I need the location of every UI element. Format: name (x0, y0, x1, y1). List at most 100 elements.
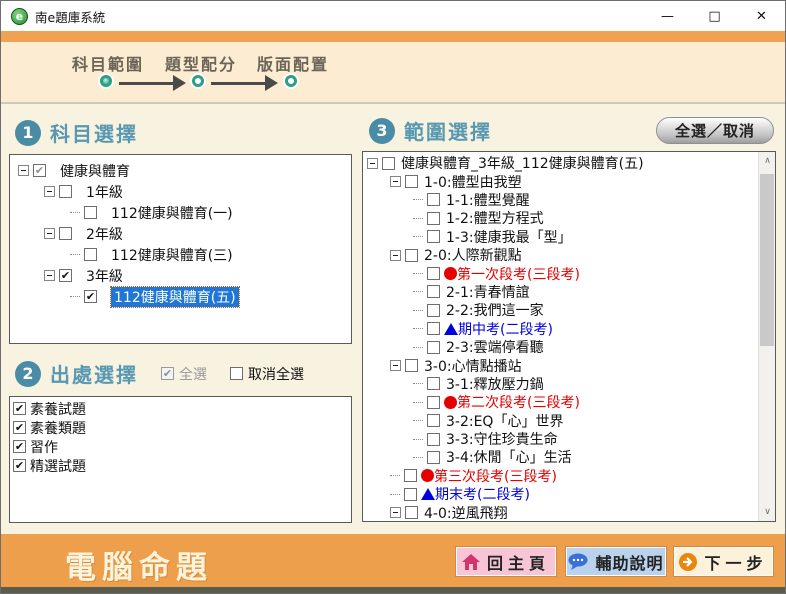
tree-item-checkbox[interactable] (427, 433, 440, 446)
expand-collapse-toggle-icon[interactable] (44, 186, 55, 197)
close-button[interactable]: ✕ (738, 1, 785, 31)
help-button-label: 輔助說明 (595, 550, 663, 574)
tree-item-label[interactable]: 4-0:逆風飛翔 (424, 503, 508, 521)
source-item-checkbox[interactable] (13, 440, 26, 453)
next-step-button[interactable]: 下一步 (674, 547, 773, 576)
home-button[interactable]: 回主頁 (456, 547, 556, 576)
tree-item-checkbox[interactable] (33, 164, 46, 177)
tree-item-label[interactable]: 1-0:體型由我塑 (424, 172, 522, 192)
expand-collapse-toggle-icon[interactable] (367, 158, 378, 169)
tree-item-checkbox[interactable] (405, 359, 418, 372)
tree-item-label[interactable]: 2-0:人際新觀點 (424, 245, 522, 265)
section-range-select-header: 3 範圍選擇 (369, 116, 492, 145)
tree-item-checkbox[interactable] (427, 212, 440, 225)
tree-item-label[interactable]: 2-3:雲端停看聽 (446, 337, 544, 357)
tree-item-label[interactable]: 112健康與體育(一) (111, 203, 233, 223)
maximize-button[interactable]: □ (691, 1, 738, 31)
tree-item-label[interactable]: 3-1:釋放壓力鍋 (446, 374, 544, 394)
tree-item-label[interactable]: 112健康與體育(五) (111, 287, 239, 307)
tree-item-label[interactable]: 第三次段考(三段考) (434, 466, 557, 486)
tree-item-checkbox[interactable] (404, 488, 417, 501)
tree-item-label[interactable]: 1-3:健康我最「型」 (446, 227, 572, 247)
tree-item-label[interactable]: 3-0:心情點播站 (424, 356, 522, 376)
scroll-up-arrow-icon[interactable]: ∧ (759, 152, 776, 170)
tree-item-checkbox[interactable] (427, 322, 440, 335)
expand-collapse-toggle-icon[interactable] (390, 250, 401, 261)
select-all-toggle-button[interactable]: 全選／取消 (656, 117, 774, 144)
expand-collapse-toggle-icon[interactable] (18, 165, 29, 176)
source-list-item: 習作 (10, 437, 351, 456)
tree-connector-line (413, 236, 423, 237)
tree-item-label[interactable]: 1年級 (86, 182, 123, 202)
tree-item-checkbox[interactable] (84, 248, 97, 261)
tree-item-label[interactable]: 2-1:青春情誼 (446, 282, 530, 302)
tree-item-label[interactable]: 第二次段考(三段考) (457, 392, 580, 412)
tree-connector-line (413, 328, 423, 329)
tree-item-checkbox[interactable] (427, 451, 440, 464)
tree-item-checkbox[interactable] (427, 285, 440, 298)
source-item-label[interactable]: 習作 (30, 437, 58, 457)
tree-item-label[interactable]: 期中考(二段考) (458, 319, 553, 339)
vertical-scrollbar[interactable]: ∧ ∨ (758, 152, 775, 521)
source-item-checkbox[interactable] (13, 402, 26, 415)
tree-item-label[interactable]: 期末考(二段考) (435, 484, 530, 504)
tree-item-label[interactable]: 2年級 (86, 224, 123, 244)
expand-collapse-toggle-icon[interactable] (390, 176, 401, 187)
tree-item-label[interactable]: 3-2:EQ「心」世界 (446, 411, 563, 431)
select-all-label: 全選 (179, 364, 207, 384)
expand-collapse-toggle-icon[interactable] (44, 228, 55, 239)
expand-collapse-toggle-icon[interactable] (390, 507, 401, 518)
source-item-label[interactable]: 精選試題 (30, 456, 86, 476)
tree-item-checkbox[interactable] (59, 269, 72, 282)
tree-item-label[interactable]: 第一次段考(三段考) (457, 264, 580, 284)
tree-item-checkbox[interactable] (427, 230, 440, 243)
help-button[interactable]: 輔助說明 (566, 547, 666, 576)
tree-item-label[interactable]: 3-3:守住珍貴生命 (446, 429, 558, 449)
tree-connector-line (413, 420, 423, 421)
deselect-all-checkbox[interactable] (230, 367, 243, 380)
tree-item-label[interactable]: 112健康與體育(三) (111, 245, 233, 265)
source-item-label[interactable]: 素養試題 (30, 399, 86, 419)
tree-item-label[interactable]: 健康與體育 (60, 161, 130, 181)
source-item-checkbox[interactable] (13, 421, 26, 434)
tree-connector-line (413, 347, 423, 348)
tree-item-checkbox[interactable] (59, 185, 72, 198)
tree-row: 3年級 (14, 265, 351, 286)
red-dot-exam-marker-icon (444, 267, 457, 280)
scroll-down-arrow-icon[interactable]: ∨ (759, 503, 776, 521)
tree-item-checkbox[interactable] (427, 377, 440, 390)
tree-item-checkbox[interactable] (427, 414, 440, 427)
tree-item-checkbox[interactable] (427, 193, 440, 206)
tree-item-checkbox[interactable] (427, 396, 440, 409)
tree-item-checkbox[interactable] (427, 341, 440, 354)
source-list-item: 精選試題 (10, 456, 351, 475)
tree-item-label[interactable]: 健康與體育_3年級_112健康與體育(五) (401, 153, 644, 173)
tree-item-checkbox[interactable] (427, 304, 440, 317)
source-item-checkbox[interactable] (13, 459, 26, 472)
tree-item-label[interactable]: 1-1:體型覺醒 (446, 190, 530, 210)
tree-item-checkbox[interactable] (404, 469, 417, 482)
tree-item-label[interactable]: 1-2:體型方程式 (446, 208, 544, 228)
tree-item-label[interactable]: 3年級 (86, 266, 123, 286)
tree-item-checkbox[interactable] (427, 267, 440, 280)
minimize-button[interactable]: — (644, 1, 691, 31)
tree-item-label[interactable]: 2-2:我們這一家 (446, 300, 544, 320)
source-list-item: 素養試題 (10, 399, 351, 418)
section-1-title: 科目選擇 (50, 118, 138, 147)
tree-connector-line (413, 439, 423, 440)
tree-item-checkbox[interactable] (405, 175, 418, 188)
tree-connector-line (413, 273, 423, 274)
expand-collapse-toggle-icon[interactable] (390, 360, 401, 371)
tree-item-checkbox[interactable] (59, 227, 72, 240)
select-all-checkbox[interactable] (161, 367, 174, 380)
scrollbar-thumb[interactable] (760, 174, 774, 346)
tree-item-checkbox[interactable] (405, 506, 418, 519)
tree-row: 4-0:逆風飛翔 (363, 503, 758, 521)
tree-item-label[interactable]: 3-4:休閒「心」生活 (446, 447, 572, 467)
expand-collapse-toggle-icon[interactable] (44, 270, 55, 281)
tree-item-checkbox[interactable] (84, 206, 97, 219)
tree-item-checkbox[interactable] (382, 157, 395, 170)
tree-item-checkbox[interactable] (405, 249, 418, 262)
source-item-label[interactable]: 素養類題 (30, 418, 86, 438)
tree-item-checkbox[interactable] (84, 290, 97, 303)
